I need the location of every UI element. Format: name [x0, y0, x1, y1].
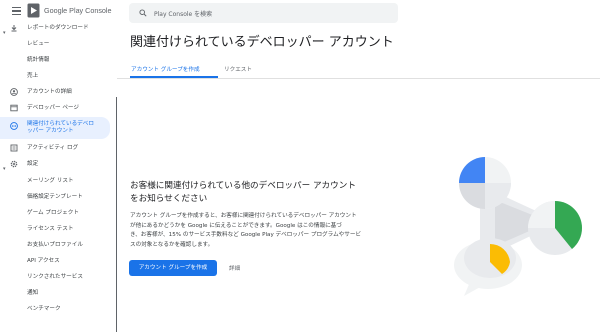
sidebar-item-label: API アクセス: [27, 258, 60, 264]
sidebar-item-label-line1: 関連付けられているデベロ: [27, 121, 94, 127]
app-header: Google Play Console: [0, 0, 116, 22]
sidebar-item-label: お支払いプロファイル: [27, 242, 83, 248]
sidebar-item-sales[interactable]: 売上: [0, 69, 110, 83]
description-line4: スの対象となるかを確認します。: [130, 241, 214, 248]
activity-log-icon: [10, 144, 18, 152]
sidebar-item-label-line2: ッパー アカウント: [27, 128, 74, 134]
sidebar-item-license-testing[interactable]: ライセンス テスト: [0, 222, 110, 236]
pie-illustration-green: [528, 201, 582, 255]
sidebar-item-reviews[interactable]: レビュー: [0, 37, 110, 51]
expand-icon[interactable]: ▾: [3, 162, 6, 171]
sidebar-item-pricing-templates[interactable]: 価格設定テンプレート: [0, 190, 110, 204]
tab-requests[interactable]: リクエスト: [224, 65, 252, 73]
sidebar-item-settings[interactable]: ▾ 設定: [0, 157, 110, 171]
brand-suffix: Console: [85, 6, 112, 15]
sidebar-item-label: メーリング リスト: [27, 178, 74, 184]
sidebar-item-label: 統計情報: [27, 57, 50, 63]
sidebar-item-label: アカウントの詳細: [27, 89, 72, 95]
linked-accounts-illustration: [454, 157, 582, 296]
description-line2: が他にあるかどうかを Google に伝えることができます。Google はこの…: [130, 222, 342, 229]
sidebar-item-label: レポートのダウンロード: [27, 25, 89, 31]
search-bar[interactable]: Play Console を検索: [129, 3, 398, 23]
search-input[interactable]: Play Console を検索: [154, 9, 212, 18]
sidebar-scrollbar[interactable]: [116, 97, 118, 332]
account-circle-icon: [10, 88, 18, 96]
sidebar-item-label: ベンチマーク: [27, 306, 61, 312]
sidebar-item-linked-accounts[interactable]: 関連付けられているデベロ ッパー アカウント: [0, 117, 110, 139]
sidebar-item-statistics[interactable]: 統計情報: [0, 53, 110, 67]
description-line1: アカウント グループを作成すると、お客様に関連付けられているデベロッパー アカウ…: [130, 213, 357, 219]
sidebar-item-label: 価格設定テンプレート: [27, 194, 83, 200]
sidebar-item-label: 売上: [27, 73, 39, 79]
linked-accounts-icon: [10, 122, 18, 130]
sidebar-item-label: アクティビティ ログ: [27, 145, 79, 151]
sidebar-item-label: 設定: [27, 161, 39, 167]
sidebar-item-label: 関連付けられているデベロ ッパー アカウント: [27, 121, 94, 135]
app-brand[interactable]: Google Play Console: [44, 6, 112, 15]
page-title: 関連付けられているデベロッパー アカウント: [130, 35, 394, 50]
sidebar: Google Play Console ▾ レポートのダウンロード レビュー 統…: [0, 0, 116, 332]
sidebar-item-game-projects[interactable]: ゲーム プロジェクト: [0, 206, 110, 220]
chat-bubble-illustration: [454, 238, 522, 296]
sidebar-item-label: ライセンス テスト: [27, 226, 74, 232]
pie-illustration-blue: [459, 157, 511, 209]
sidebar-item-label: 通知: [27, 290, 39, 296]
brand-prefix: Google Play: [44, 6, 84, 15]
sidebar-item-label: ゲーム プロジェクト: [27, 210, 79, 216]
sidebar-item-benchmarks[interactable]: ベンチマーク: [0, 302, 110, 316]
empty-state-description: アカウント グループを作成すると、お客様に関連付けられているデベロッパー アカウ…: [130, 212, 395, 250]
web-page-icon: [10, 104, 18, 112]
sidebar-item-activity-log[interactable]: アクティビティ ログ: [0, 141, 110, 155]
sidebar-item-label: リンクされたサービス: [27, 274, 83, 280]
headline-line1: お客様に関連付けられている他のデベロッパー アカウント: [130, 181, 356, 191]
create-account-group-button[interactable]: アカウント グループを作成: [129, 260, 217, 276]
learn-more-link[interactable]: 詳細: [229, 264, 240, 272]
gear-icon: [10, 160, 18, 168]
empty-state-headline: お客様に関連付けられている他のデベロッパー アカウント をお知らせください: [130, 180, 400, 205]
tab-create-account-group[interactable]: アカウント グループを作成: [131, 65, 200, 73]
sidebar-item-linked-services[interactable]: リンクされたサービス: [0, 270, 110, 284]
sidebar-item-notifications[interactable]: 通知: [0, 286, 110, 300]
tabs-divider: [117, 78, 600, 79]
sidebar-item-account-details[interactable]: アカウントの詳細: [0, 85, 110, 99]
play-console-logo-icon: [27, 3, 40, 18]
sidebar-item-report-download[interactable]: ▾ レポートのダウンロード: [0, 21, 110, 35]
expand-icon[interactable]: ▾: [3, 26, 6, 35]
sidebar-item-api-access[interactable]: API アクセス: [0, 254, 110, 268]
sidebar-item-developer-page[interactable]: デベロッパー ページ: [0, 101, 110, 115]
description-line3: き、お客様が、15% のサービス手数料など Google Play デベロッパー…: [130, 232, 362, 239]
sidebar-item-label: デベロッパー ページ: [27, 105, 80, 111]
download-icon: [11, 25, 17, 32]
sidebar-item-mailing-list[interactable]: メーリング リスト: [0, 174, 110, 188]
sidebar-item-label: レビュー: [27, 41, 50, 47]
sidebar-item-payments-profile[interactable]: お支払いプロファイル: [0, 238, 110, 252]
menu-icon[interactable]: [12, 7, 21, 15]
search-icon: [139, 9, 147, 17]
headline-line2: をお知らせください: [130, 193, 208, 204]
